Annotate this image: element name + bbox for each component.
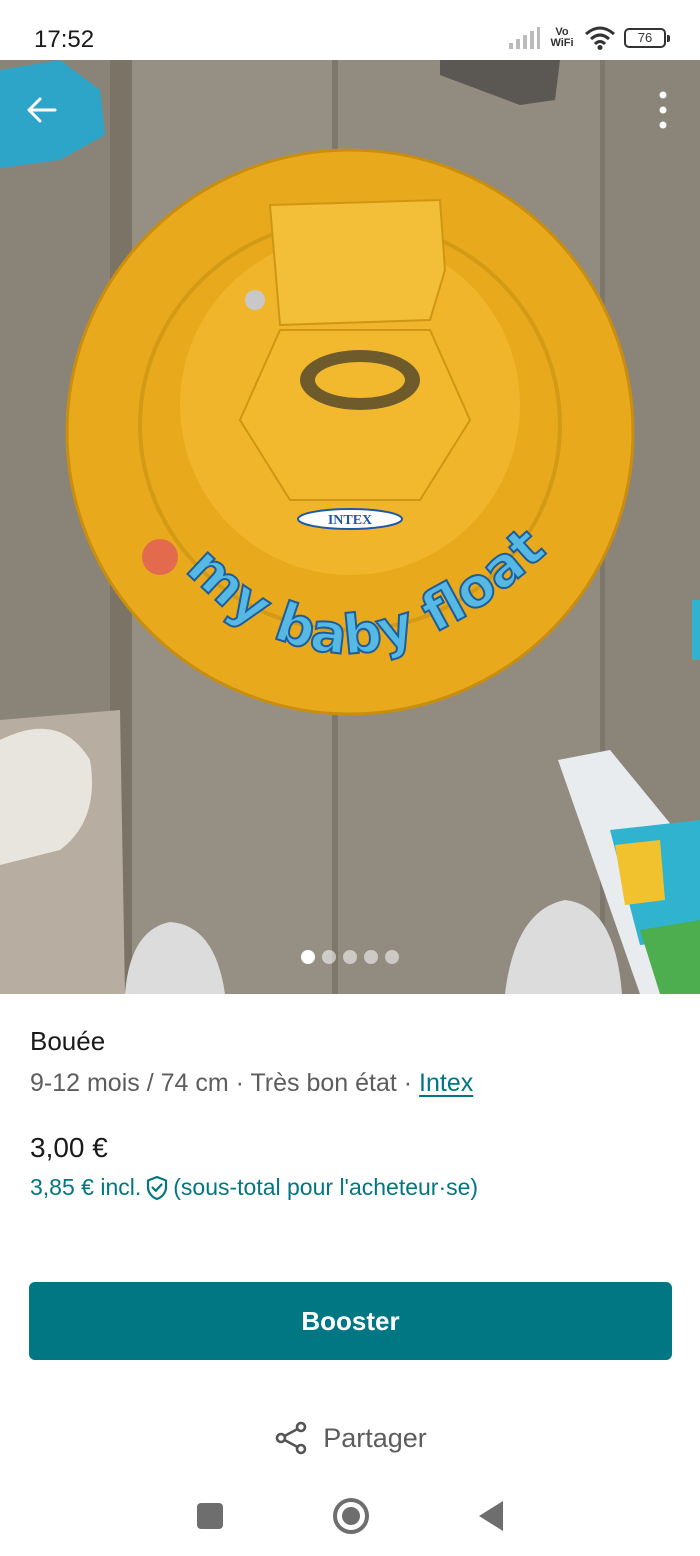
photo-pager-dots[interactable] [0,950,700,964]
pager-dot-2[interactable] [322,950,336,964]
item-price: 3,00 € [30,1132,108,1163]
price-incl-amount: 3,85 € incl. [30,1174,142,1200]
float-logo-text: INTEX [328,513,372,528]
share-icon [275,1421,307,1455]
nav-home-icon[interactable] [333,1498,369,1534]
photo-scene: INTEX my baby float [0,60,700,994]
price-incl-note: (sous-total pour l'acheteur·se) [173,1174,479,1200]
system-nav-bar [0,1476,700,1556]
more-options-button[interactable] [648,88,678,132]
wifi-icon [585,26,615,50]
shield-check-icon [147,1175,168,1200]
item-info: Bouée 9-12 mois / 74 cm · Très bon état … [30,1026,670,1098]
more-vertical-icon [659,91,667,129]
item-photo[interactable]: INTEX my baby float [0,60,700,994]
back-arrow-icon [27,97,57,123]
back-button[interactable] [20,88,64,132]
share-button[interactable]: Partager [0,1420,700,1456]
status-time: 17:52 [34,26,95,53]
booster-button[interactable]: Booster [29,1282,672,1360]
vowifi-icon: Vo WiFi [548,27,576,49]
vowifi-line2: WiFi [550,37,574,49]
battery-icon: 76 [624,28,670,48]
signal-icon [509,27,540,49]
share-label: Partager [323,1422,427,1453]
pager-dot-4[interactable] [364,950,378,964]
price-incl-buyer-protection[interactable]: 3,85 € incl. (sous-total pour l'acheteur… [30,1174,478,1201]
nav-back-icon[interactable] [479,1501,503,1531]
brand-link[interactable]: Intex [419,1069,473,1097]
status-bar: 17:52 Vo WiFi 76 [0,0,700,60]
pager-dot-5[interactable] [385,950,399,964]
item-details-text: 9-12 mois / 74 cm · Très bon état · [30,1069,420,1097]
pager-dot-1[interactable] [301,950,315,964]
nav-square-icon[interactable] [197,1503,223,1529]
item-details: 9-12 mois / 74 cm · Très bon état · Inte… [30,1069,670,1098]
status-icons: Vo WiFi 76 [508,24,670,52]
pager-dot-3[interactable] [343,950,357,964]
item-title: Bouée [30,1026,106,1056]
